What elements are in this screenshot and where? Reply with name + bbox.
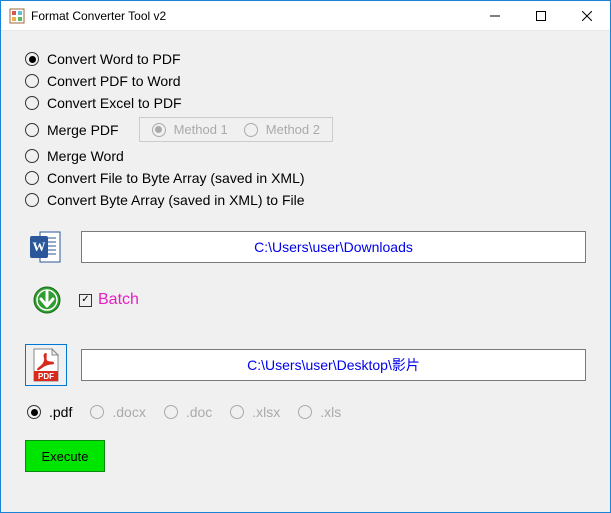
- option-label: Convert Word to PDF: [47, 51, 181, 67]
- batch-row: ✓ Batch: [29, 282, 586, 318]
- option-file-to-bytearray[interactable]: Convert File to Byte Array (saved in XML…: [25, 170, 586, 186]
- option-bytearray-to-file[interactable]: Convert Byte Array (saved in XML) to Fil…: [25, 192, 586, 208]
- option-label: Convert Excel to PDF: [47, 95, 182, 111]
- option-word-to-pdf[interactable]: Convert Word to PDF: [25, 51, 586, 67]
- radio-icon: [27, 405, 41, 419]
- option-label: Convert Byte Array (saved in XML) to Fil…: [47, 192, 305, 208]
- radio-icon: [25, 52, 39, 66]
- radio-icon: [298, 405, 312, 419]
- source-row: W C:\Users\user\Downloads: [25, 226, 586, 268]
- titlebar: Format Converter Tool v2: [1, 1, 610, 31]
- radio-icon: [25, 74, 39, 88]
- method-group: Method 1 Method 2: [139, 117, 333, 142]
- checkbox-icon: ✓: [79, 294, 92, 307]
- ext-xls-option: .xls: [298, 404, 341, 420]
- radio-icon: [25, 123, 39, 137]
- batch-checkbox[interactable]: ✓ Batch: [79, 291, 139, 309]
- close-button[interactable]: [564, 1, 610, 30]
- svg-text:PDF: PDF: [38, 372, 54, 381]
- content-area: Convert Word to PDF Convert PDF to Word …: [1, 31, 610, 512]
- ext-pdf-option[interactable]: .pdf: [27, 404, 72, 420]
- option-pdf-to-word[interactable]: Convert PDF to Word: [25, 73, 586, 89]
- execute-label: Execute: [42, 449, 89, 464]
- radio-icon: [90, 405, 104, 419]
- maximize-button[interactable]: [518, 1, 564, 30]
- option-label: Merge Word: [47, 148, 124, 164]
- method-label: Method 2: [266, 122, 320, 137]
- radio-icon: [152, 123, 166, 137]
- radio-icon: [25, 149, 39, 163]
- source-path-input[interactable]: C:\Users\user\Downloads: [81, 231, 586, 263]
- ext-label: .docx: [112, 404, 145, 420]
- option-label: Merge PDF: [47, 122, 119, 138]
- pdf-icon[interactable]: PDF: [25, 344, 67, 386]
- option-label: Convert PDF to Word: [47, 73, 181, 89]
- arrow-down-icon: [29, 282, 65, 318]
- window-controls: [472, 1, 610, 30]
- dest-path-input[interactable]: C:\Users\user\Desktop\影片: [81, 349, 586, 381]
- method-label: Method 1: [174, 122, 228, 137]
- ext-xlsx-option: .xlsx: [230, 404, 280, 420]
- radio-icon: [25, 171, 39, 185]
- minimize-button[interactable]: [472, 1, 518, 30]
- app-window: Format Converter Tool v2 Convert Word to…: [0, 0, 611, 513]
- option-merge-word[interactable]: Merge Word: [25, 148, 586, 164]
- option-merge-pdf[interactable]: Merge PDF Method 1 Method 2: [25, 117, 586, 142]
- ext-docx-option: .docx: [90, 404, 145, 420]
- batch-label: Batch: [98, 291, 139, 309]
- radio-icon: [25, 96, 39, 110]
- extension-row: .pdf .docx .doc .xlsx .xls: [27, 404, 586, 420]
- word-icon[interactable]: W: [25, 226, 67, 268]
- radio-icon: [230, 405, 244, 419]
- method-1-option: Method 1: [152, 122, 228, 137]
- ext-label: .xlsx: [252, 404, 280, 420]
- radio-icon: [164, 405, 178, 419]
- option-excel-to-pdf[interactable]: Convert Excel to PDF: [25, 95, 586, 111]
- radio-icon: [244, 123, 258, 137]
- app-icon: [9, 8, 25, 24]
- ext-doc-option: .doc: [164, 404, 212, 420]
- ext-label: .xls: [320, 404, 341, 420]
- execute-button[interactable]: Execute: [25, 440, 105, 472]
- ext-label: .pdf: [49, 404, 72, 420]
- dest-row: PDF C:\Users\user\Desktop\影片: [25, 344, 586, 386]
- ext-label: .doc: [186, 404, 212, 420]
- method-2-option: Method 2: [244, 122, 320, 137]
- svg-text:W: W: [33, 239, 46, 254]
- window-title: Format Converter Tool v2: [31, 9, 472, 23]
- option-label: Convert File to Byte Array (saved in XML…: [47, 170, 305, 186]
- radio-icon: [25, 193, 39, 207]
